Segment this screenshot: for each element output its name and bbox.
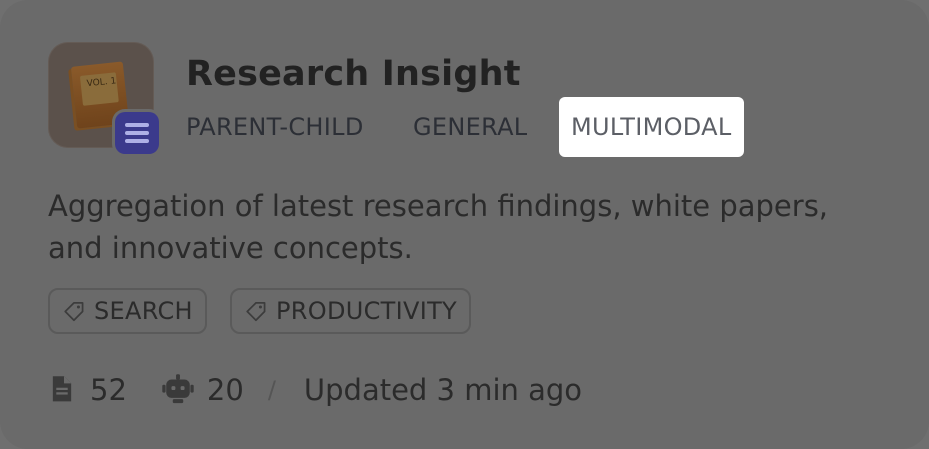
- book-label: VOL. 1: [86, 76, 117, 90]
- card-description: Aggregation of latest research findings,…: [48, 189, 829, 265]
- tag-icon: [64, 302, 84, 322]
- mode-multimodal[interactable]: MULTIMODAL: [559, 97, 744, 157]
- documents-value: 52: [90, 373, 127, 407]
- stats-divider: /: [267, 376, 276, 404]
- apps-count: 20: [161, 373, 244, 407]
- tag-icon: [246, 302, 266, 322]
- list-icon: [115, 112, 159, 154]
- card-title: Research Insight: [186, 54, 521, 94]
- mode-parent-child[interactable]: PARENT-CHILD: [186, 113, 364, 141]
- tag-productivity[interactable]: PRODUCTIVITY: [230, 288, 471, 334]
- tag-search[interactable]: SEARCH: [48, 288, 207, 334]
- updated-text: Updated 3 min ago: [303, 373, 583, 407]
- mode-general[interactable]: GENERAL: [413, 113, 527, 141]
- knowledge-card[interactable]: VOL. 1 Research Insight PARENT-CHILD GEN…: [0, 0, 929, 449]
- tag-label: SEARCH: [94, 297, 193, 325]
- robot-icon: [162, 374, 194, 404]
- documents-count: 52: [48, 373, 127, 407]
- tag-label: PRODUCTIVITY: [276, 297, 457, 325]
- apps-value: 20: [206, 373, 244, 407]
- document-icon: [52, 376, 72, 402]
- card-stats: 52 20 / Updated 3 min ago: [48, 366, 582, 414]
